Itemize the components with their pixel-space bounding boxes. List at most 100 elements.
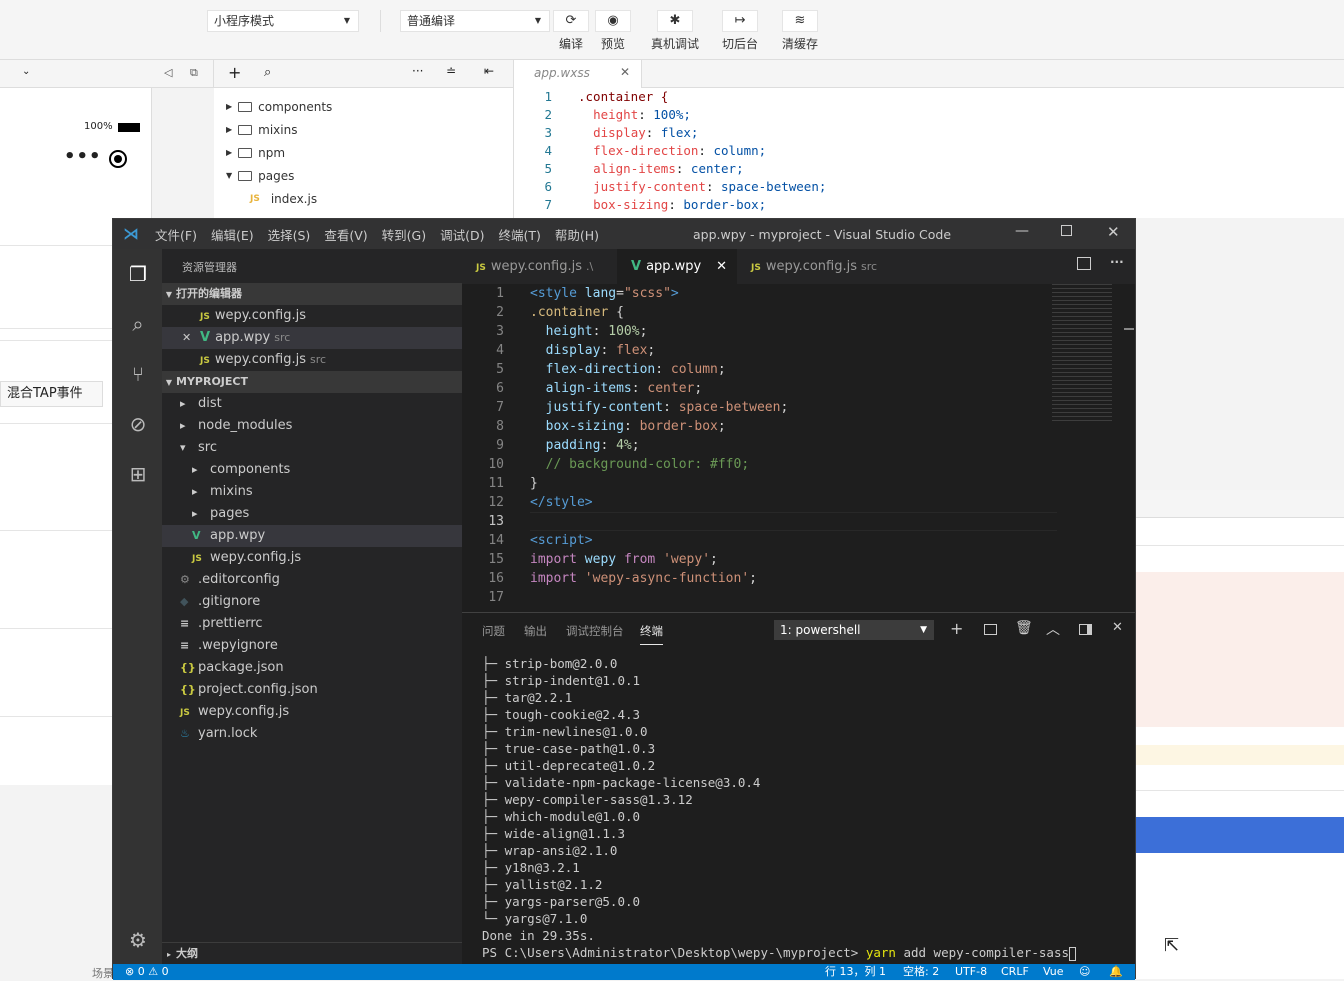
menu-item[interactable]: 查看(V) bbox=[324, 225, 367, 244]
code-editor[interactable]: 1 <style lang="scss"> 2 .container {3 heigh… bbox=[462, 284, 1135, 612]
toolbar-button-1[interactable]: ◉ 预览 bbox=[584, 10, 642, 52]
panel-tab-3[interactable]: 终端 bbox=[640, 623, 663, 645]
tree-item-src[interactable]: ▾ src bbox=[162, 437, 462, 459]
tree-item-app.wpy[interactable]: Vapp.wpy bbox=[162, 525, 462, 547]
menu-item[interactable]: 编辑(E) bbox=[211, 225, 254, 244]
tab-0[interactable]: JS wepy.config.js .\ bbox=[462, 249, 617, 284]
tree-item-.wepyignore[interactable]: ≡ .wepyignore bbox=[162, 635, 462, 657]
tree-item-mixins[interactable]: ▸ mixins bbox=[162, 481, 462, 503]
minimize-icon[interactable]: — bbox=[1015, 223, 1029, 239]
selected-row[interactable] bbox=[1136, 817, 1344, 853]
sort-icon[interactable]: ≐ bbox=[446, 64, 456, 78]
cursor-position[interactable]: 行 13，列 1 bbox=[825, 964, 886, 980]
tap-event-button[interactable]: 混合TAP事件 bbox=[0, 381, 103, 407]
add-terminal-icon[interactable]: + bbox=[950, 619, 963, 638]
source-control-icon[interactable]: ⑂ bbox=[125, 361, 151, 387]
more-icon[interactable]: ··· bbox=[412, 64, 423, 78]
eye-icon: ◉ bbox=[595, 10, 631, 32]
menu-item[interactable]: 调试(D) bbox=[440, 225, 484, 244]
compile-select[interactable]: 普通编译 ▼ bbox=[400, 10, 550, 32]
toolbar-button-3[interactable]: ↦ 切后台 bbox=[710, 10, 770, 52]
tab-1[interactable]: Vapp.wpy ✕ bbox=[617, 249, 737, 284]
tree-item-package.json[interactable]: {} package.json bbox=[162, 657, 462, 679]
extensions-icon[interactable]: ⊞ bbox=[125, 461, 151, 487]
menu-item[interactable]: 选择(S) bbox=[268, 225, 311, 244]
close-panel-icon[interactable]: ✕ bbox=[1112, 620, 1123, 635]
code-token: from bbox=[623, 552, 664, 567]
tree-item-components[interactable]: ▸ components bbox=[162, 459, 462, 481]
tab-app-wxss[interactable]: app.wxss ✕ bbox=[514, 60, 642, 88]
tree-item-wepy.config.js[interactable]: JS wepy.config.js bbox=[162, 547, 462, 569]
menu-item[interactable]: 文件(F) bbox=[155, 225, 197, 244]
menu-item[interactable]: 转到(G) bbox=[382, 225, 426, 244]
close-icon[interactable]: ✕ bbox=[182, 327, 200, 349]
mode-select[interactable]: 小程序模式 ▼ bbox=[207, 10, 359, 32]
indentation-status[interactable]: 空格: 2 bbox=[903, 964, 939, 980]
devtools-tree-item[interactable]: ▶ npm bbox=[226, 143, 285, 163]
devtools-tree-item[interactable]: JS index.js bbox=[250, 189, 317, 209]
devtools-tree-item[interactable]: ▶ components bbox=[226, 97, 332, 117]
terminal-prompt-line[interactable]: PS C:\Users\Administrator\Desktop\wepy-\… bbox=[482, 944, 1077, 961]
toolbar-button-2[interactable]: ✱ 真机调试 bbox=[645, 10, 705, 52]
search-icon[interactable]: ⌕ bbox=[264, 65, 271, 80]
tab-2[interactable]: JS wepy.config.js src bbox=[737, 249, 877, 284]
chevron-up-icon[interactable]: ︿ bbox=[1046, 619, 1060, 639]
devtools-tree-item[interactable]: ▼ pages bbox=[226, 166, 294, 186]
problems-status[interactable]: ⊗ 0 ⚠ 0 bbox=[125, 964, 169, 980]
close-icon[interactable]: ✕ bbox=[620, 65, 630, 79]
devtools-code-editor[interactable]: 1 .container {2 height: 100%; 3 display: f… bbox=[514, 88, 1344, 218]
panel-tab-2[interactable]: 调试控制台 bbox=[566, 623, 624, 639]
trash-icon[interactable]: 🗑 bbox=[1015, 620, 1033, 636]
open-editor-item[interactable]: JS wepy.config.js bbox=[162, 305, 462, 327]
encoding-status[interactable]: UTF-8 bbox=[955, 964, 987, 980]
search-icon[interactable]: ⌕ bbox=[125, 311, 151, 337]
gear-icon[interactable]: ⚙ bbox=[125, 927, 151, 953]
panel-tab-0[interactable]: 问题 bbox=[482, 623, 505, 639]
files-icon[interactable]: ❐ bbox=[125, 261, 151, 287]
tree-item-.gitignore[interactable]: ◆ .gitignore bbox=[162, 591, 462, 613]
file-name: app.wpy bbox=[215, 330, 271, 345]
close-icon[interactable]: ✕ bbox=[1107, 223, 1120, 241]
open-editor-item[interactable]: JS wepy.config.js src bbox=[162, 349, 462, 371]
language-status[interactable]: Vue bbox=[1043, 964, 1064, 980]
tree-item-dist[interactable]: ▸ dist bbox=[162, 393, 462, 415]
eol-status[interactable]: CRLF bbox=[1001, 964, 1029, 980]
project-header[interactable]: ▼ MYPROJECT bbox=[162, 371, 462, 393]
more-icon[interactable]: ••• bbox=[64, 146, 102, 167]
tree-item-project.config.json[interactable]: {} project.config.json bbox=[162, 679, 462, 701]
close-icon[interactable]: ✕ bbox=[716, 249, 727, 284]
collapse-icon[interactable]: ⇤ bbox=[484, 64, 494, 78]
debug-icon[interactable]: ⊘ bbox=[125, 411, 151, 437]
menu-item[interactable]: 帮助(H) bbox=[555, 225, 599, 244]
menu-item[interactable]: 终端(T) bbox=[498, 225, 540, 244]
terminal-select[interactable]: 1: powershell ▼ bbox=[774, 620, 934, 640]
code-token: 100% bbox=[608, 324, 640, 339]
panel-tab-1[interactable]: 输出 bbox=[524, 623, 547, 639]
chevron-down-icon[interactable]: ⌄ bbox=[22, 66, 30, 77]
split-editor-icon[interactable] bbox=[1077, 257, 1091, 270]
open-editors-header[interactable]: ▼ 打开的编辑器 bbox=[162, 283, 462, 305]
tree-item-node_modules[interactable]: ▸ node_modules bbox=[162, 415, 462, 437]
error-count: 0 bbox=[137, 965, 145, 978]
code-line: 3 display: flex; bbox=[514, 124, 698, 142]
tree-item-yarn.lock[interactable]: ♨ yarn.lock bbox=[162, 723, 462, 745]
open-editor-item[interactable]: ✕ Vapp.wpy src bbox=[162, 327, 462, 349]
add-icon[interactable]: + bbox=[228, 63, 241, 82]
smiley-icon[interactable]: ☺ bbox=[1079, 964, 1090, 980]
outline-header[interactable]: ▸ 大纲 bbox=[162, 942, 462, 964]
split-terminal-icon[interactable] bbox=[984, 624, 997, 635]
tree-item-pages[interactable]: ▸ pages bbox=[162, 503, 462, 525]
bell-icon[interactable]: 🔔 bbox=[1109, 964, 1123, 980]
devtools-tree-item[interactable]: ▶ mixins bbox=[226, 120, 297, 140]
chevron-down-icon: ▼ bbox=[920, 625, 927, 635]
window-icon[interactable]: ⧉ bbox=[190, 66, 198, 80]
tree-item-.prettierrc[interactable]: ≡ .prettierrc bbox=[162, 613, 462, 635]
volume-icon[interactable]: ◁ bbox=[164, 66, 172, 79]
more-icon[interactable]: ··· bbox=[1110, 255, 1124, 269]
maximize-icon[interactable] bbox=[1061, 225, 1072, 236]
tree-item-wepy.config.js[interactable]: JS wepy.config.js bbox=[162, 701, 462, 723]
toolbar-button-4[interactable]: ≋ 清缓存 bbox=[770, 10, 830, 52]
panel-layout-icon[interactable] bbox=[1079, 624, 1092, 635]
tree-item-.editorconfig[interactable]: ⚙ .editorconfig bbox=[162, 569, 462, 591]
